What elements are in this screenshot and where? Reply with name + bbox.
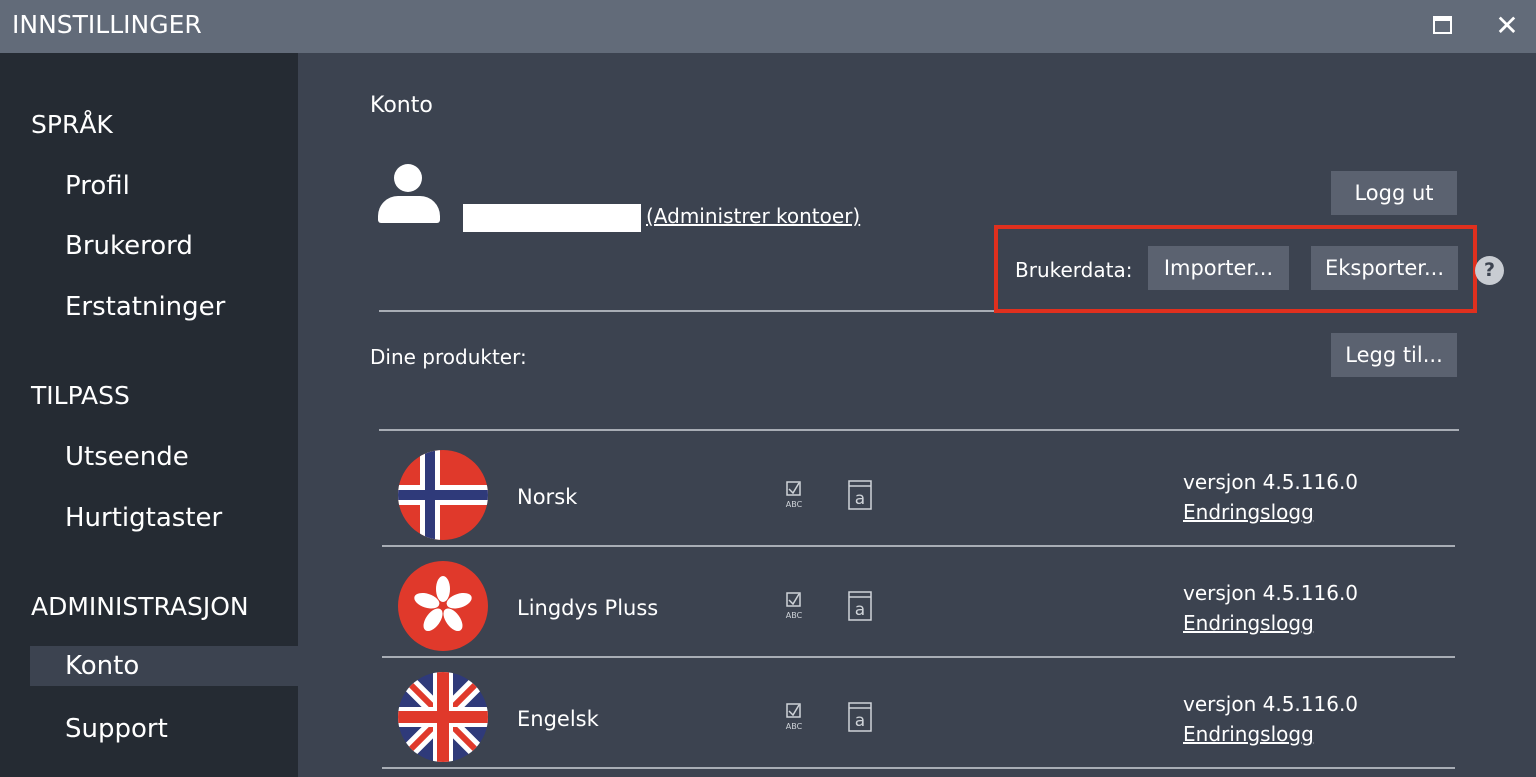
userdata-label: Brukerdata: [1015,258,1133,282]
svg-text:a: a [855,600,865,620]
import-button[interactable]: Importer... [1148,246,1289,290]
svg-text:ABC: ABC [786,722,803,731]
logout-button[interactable]: Logg ut [1331,171,1457,215]
sidebar-item-support[interactable]: Support [30,709,298,749]
sidebar-section-sprak: SPRÅK [31,110,113,139]
product-name: Engelsk [517,707,599,731]
dictionary-icon: a [848,702,872,732]
product-row-engelsk: Engelsk ABC a versjon 4.5.116.0 Endrings… [378,672,1458,772]
svg-text:a: a [855,711,865,731]
help-icon[interactable]: ? [1475,256,1504,285]
product-version: versjon 4.5.116.0 [1183,581,1359,605]
divider [382,545,1455,547]
changelog-link[interactable]: Endringslogg [1183,500,1314,524]
add-product-button[interactable]: Legg til... [1331,333,1457,377]
main-panel: Konto (Administrer kontoer) Logg ut Bruk… [298,53,1536,777]
product-row-lingdys-pluss: Lingdys Pluss ABC a versjon 4.5.116.0 En… [378,561,1458,661]
title-bar: INNSTILLINGER ✕ [0,0,1536,53]
spellcheck-icon: ABC [786,703,803,731]
svg-text:a: a [855,489,865,509]
products-label: Dine produkter: [370,345,527,369]
lingdys-flower-icon [398,561,488,651]
sidebar-section-tilpass: TILPASS [31,381,130,410]
spellcheck-icon: ABC [786,592,803,620]
sidebar-item-konto[interactable]: Konto [30,646,298,686]
sidebar-item-utseende[interactable]: Utseende [30,437,298,477]
export-button[interactable]: Eksporter... [1311,246,1458,290]
svg-text:ABC: ABC [786,611,803,620]
spellcheck-icon: ABC [786,481,803,509]
user-avatar-icon [378,164,440,226]
sidebar: SPRÅK Profil Brukerord Erstatninger TILP… [0,53,298,777]
divider [382,767,1455,769]
divider [379,310,994,312]
uk-flag-icon [398,672,488,762]
sidebar-item-hurtigtaster[interactable]: Hurtigtaster [30,498,298,538]
product-version: versjon 4.5.116.0 [1183,470,1359,494]
sidebar-item-profil[interactable]: Profil [30,166,298,206]
window-title: INNSTILLINGER [12,10,202,39]
divider [382,656,1455,658]
page-title: Konto [370,93,433,118]
changelog-link[interactable]: Endringslogg [1183,722,1314,746]
divider [379,429,1459,431]
svg-text:ABC: ABC [786,500,803,509]
maximize-icon[interactable] [1433,16,1452,34]
product-name: Norsk [517,485,578,509]
sidebar-item-brukerord[interactable]: Brukerord [30,226,298,266]
dictionary-icon: a [848,480,872,510]
product-name: Lingdys Pluss [517,596,659,620]
sidebar-section-administrasjon: ADMINISTRASJON [31,592,249,621]
manage-accounts-link[interactable]: (Administrer kontoer) [646,204,860,228]
changelog-link[interactable]: Endringslogg [1183,611,1314,635]
product-row-norsk: Norsk ABC a versjon 4.5.116.0 Endringslo… [378,450,1458,550]
sidebar-item-erstatninger[interactable]: Erstatninger [30,287,298,327]
redacted-username [463,204,641,232]
norway-flag-icon [398,450,488,540]
dictionary-icon: a [848,591,872,621]
product-version: versjon 4.5.116.0 [1183,692,1359,716]
close-icon[interactable]: ✕ [1492,6,1522,46]
